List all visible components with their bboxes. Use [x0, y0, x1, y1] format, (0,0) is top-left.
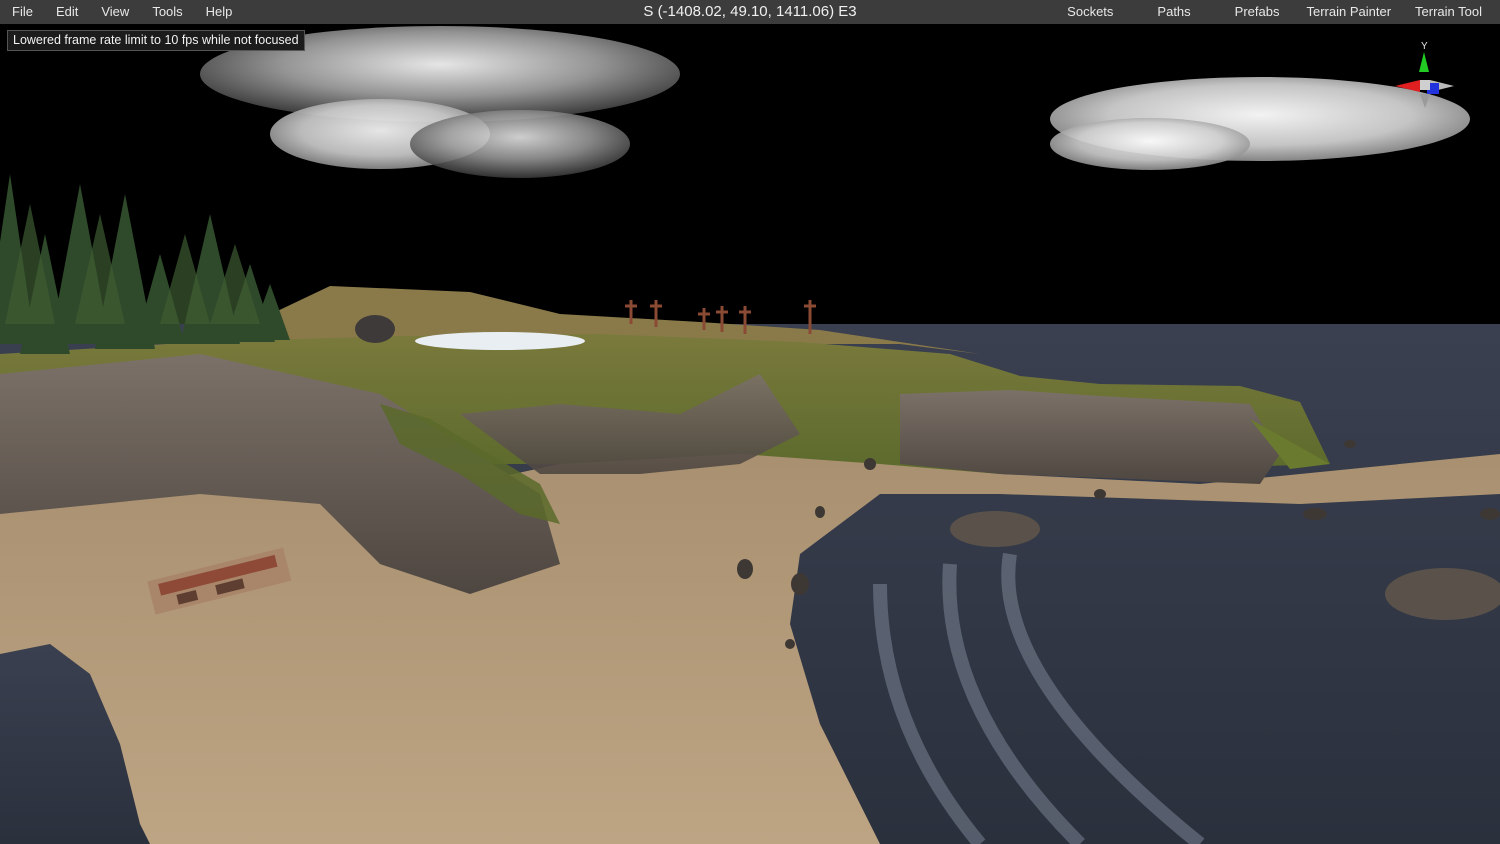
tab-paths[interactable]: Paths: [1157, 0, 1190, 24]
gizmo-center[interactable]: [1420, 80, 1430, 90]
tab-prefabs[interactable]: Prefabs: [1235, 0, 1280, 24]
tab-terrain-tool[interactable]: Terrain Tool: [1415, 0, 1482, 24]
offshore-rock: [950, 511, 1040, 547]
snow-patch: [415, 332, 585, 350]
axis-gizmo[interactable]: Y: [1390, 40, 1460, 120]
scene-render: [0, 24, 1500, 844]
tab-sockets[interactable]: Sockets: [1067, 0, 1113, 24]
menu-file[interactable]: File: [0, 0, 44, 24]
tool-tabs: Sockets Paths Prefabs Terrain Painter Te…: [1067, 0, 1482, 24]
gizmo-y-label: Y: [1421, 41, 1428, 52]
neg-y-axis-arrow[interactable]: [1420, 94, 1430, 108]
framerate-notice: Lowered frame rate limit to 10 fps while…: [7, 30, 305, 51]
menu-tools[interactable]: Tools: [140, 0, 193, 24]
editor-window: File Edit View Tools Help S (-1408.02, 4…: [0, 0, 1500, 844]
menu-help[interactable]: Help: [194, 0, 244, 24]
menu-edit[interactable]: Edit: [44, 0, 89, 24]
menu-view[interactable]: View: [89, 0, 140, 24]
scene-viewport[interactable]: [0, 24, 1500, 844]
y-axis-arrow[interactable]: [1419, 52, 1429, 72]
offshore-rock-right: [1385, 568, 1500, 620]
main-menu: File Edit View Tools Help: [0, 0, 243, 24]
menubar: File Edit View Tools Help S (-1408.02, 4…: [0, 0, 1500, 24]
x-axis-arrow[interactable]: [1395, 80, 1420, 92]
boulder: [355, 315, 395, 343]
tab-terrain-painter[interactable]: Terrain Painter: [1306, 0, 1391, 24]
